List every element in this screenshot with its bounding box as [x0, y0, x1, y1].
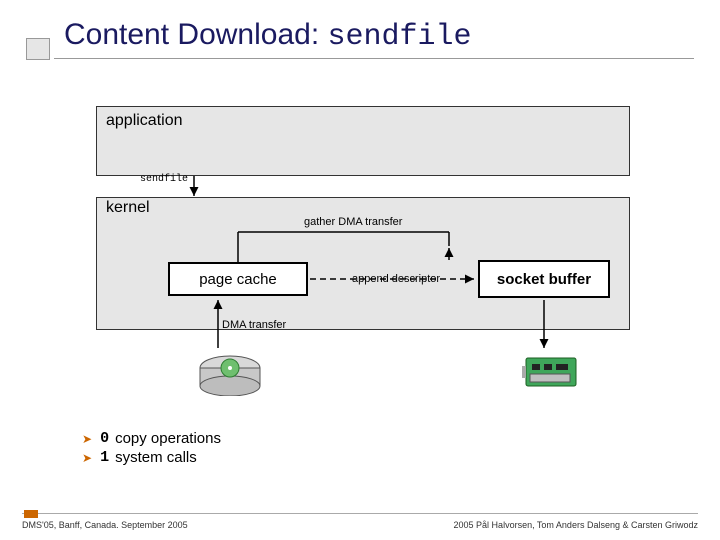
syscall-label: sendfile: [140, 174, 188, 185]
append-descriptor-label: append descriptor: [352, 273, 440, 285]
socket-buffer-label: socket buffer: [497, 271, 591, 288]
page-cache-label: page cache: [199, 271, 277, 288]
hard-disk-icon: [195, 348, 265, 396]
bullet-icon: ➤: [82, 432, 92, 446]
bullet-syscalls: ➤ 1 system calls: [82, 449, 221, 466]
title-underline: [54, 58, 694, 59]
bullet-count: 1: [100, 449, 109, 466]
bullet-text: copy operations: [115, 430, 221, 447]
bullet-copy-ops: ➤ 0 copy operations: [82, 430, 221, 447]
title-mono: sendfile: [328, 20, 472, 54]
network-card-icon: [522, 352, 582, 392]
slide-accent: [26, 38, 50, 60]
footer-right: 2005 Pål Halvorsen, Tom Anders Dalseng &…: [454, 520, 698, 530]
gather-dma-label: gather DMA transfer: [304, 216, 402, 228]
slide-title: Content Download: sendfile: [64, 18, 684, 54]
bullet-icon: ➤: [82, 451, 92, 465]
summary-bullets: ➤ 0 copy operations ➤ 1 system calls: [82, 430, 221, 468]
footer: DMS'05, Banff, Canada. September 2005 20…: [22, 520, 698, 530]
bullet-count: 0: [100, 430, 109, 447]
footer-accent: [24, 510, 38, 518]
bullet-text: system calls: [115, 449, 197, 466]
application-label: application: [106, 112, 183, 130]
footer-rule: [22, 513, 698, 514]
footer-left: DMS'05, Banff, Canada. September 2005: [22, 520, 188, 530]
socket-buffer-box: socket buffer: [478, 260, 610, 298]
title-prefix: Content Download:: [64, 18, 328, 51]
page-cache-box: page cache: [168, 262, 308, 296]
dma-transfer-label: DMA transfer: [222, 319, 286, 331]
kernel-label: kernel: [106, 199, 150, 217]
